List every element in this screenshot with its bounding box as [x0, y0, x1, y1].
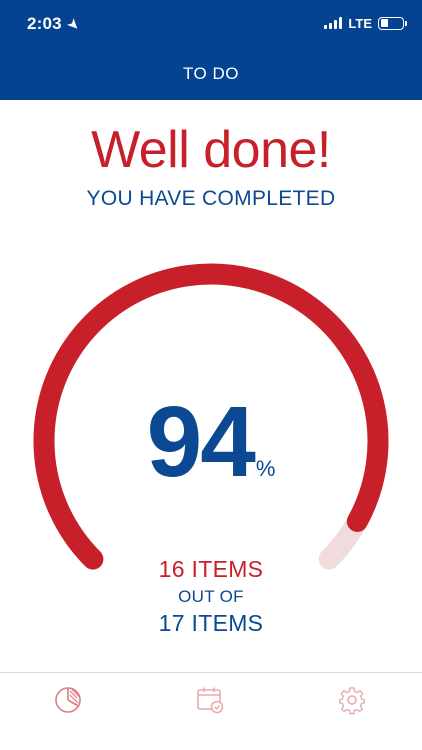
congrats-headline: Well done!: [91, 121, 331, 179]
status-time: 2:03 ➤: [27, 14, 83, 34]
tab-settings[interactable]: [337, 685, 367, 715]
tab-summary[interactable]: [53, 685, 83, 715]
network-label: LTE: [348, 15, 372, 31]
pie-chart-icon: [55, 687, 81, 713]
header-bar: 2:03 ➤ LTE TO DO: [0, 0, 422, 100]
out-of-label: OUT OF: [178, 587, 244, 606]
total-items-count: 17 ITEMS: [158, 610, 264, 636]
tab-calendar[interactable]: [195, 685, 225, 715]
status-indicators: LTE: [324, 15, 407, 31]
battery-level: [380, 19, 388, 27]
battery-icon: [378, 16, 407, 30]
status-time-text: 2:03: [27, 14, 62, 33]
completed-subheadline: YOU HAVE COMPLETED: [86, 187, 336, 210]
percent-display: 94%: [0, 392, 422, 492]
location-arrow-icon: ➤: [64, 15, 83, 34]
completed-items-count: 16 ITEMS: [158, 556, 264, 582]
percent-value: 94: [146, 386, 256, 498]
calendar-check-icon: [197, 687, 224, 714]
page-title: TO DO: [182, 64, 240, 83]
percent-sign: %: [255, 456, 276, 481]
gear-icon: [339, 687, 365, 715]
tab-bar: [0, 672, 422, 750]
signal-strength-icon: [324, 17, 343, 29]
